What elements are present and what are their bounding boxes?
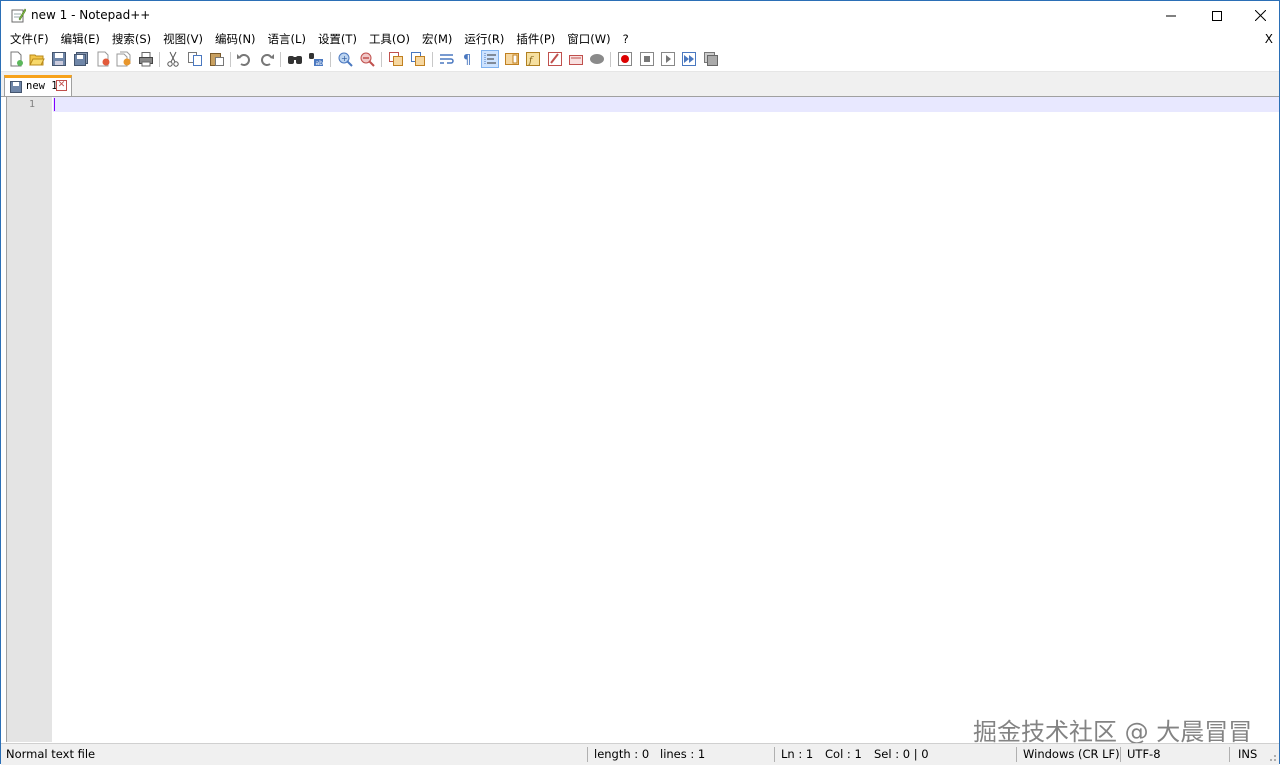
open-file-icon[interactable]	[29, 51, 45, 67]
toolbar: ab + ¶ f	[1, 48, 1279, 72]
toolbar-separator	[159, 52, 160, 67]
redo-icon[interactable]	[259, 51, 275, 67]
close-document-button[interactable]: X	[1265, 30, 1273, 48]
status-sel: Sel : 0 | 0	[874, 747, 929, 761]
menu-settings[interactable]: 设置(T)	[312, 30, 363, 48]
menu-file[interactable]: 文件(F)	[1, 30, 55, 48]
save-icon[interactable]	[51, 51, 67, 67]
status-separator	[774, 747, 775, 762]
save-all-icon[interactable]	[73, 51, 89, 67]
function-list-icon[interactable]: f	[525, 51, 541, 67]
paste-icon[interactable]	[209, 51, 225, 67]
status-separator	[1120, 747, 1121, 762]
svg-text:ab: ab	[316, 60, 324, 67]
cut-icon[interactable]	[165, 51, 181, 67]
run-macro-multiple-icon[interactable]	[681, 51, 697, 67]
tab-label: new 1	[26, 80, 58, 92]
playback-macro-icon[interactable]	[660, 51, 676, 67]
menu-help[interactable]: ?	[617, 30, 635, 48]
find-icon[interactable]	[287, 51, 303, 67]
undo-icon[interactable]	[236, 51, 252, 67]
status-lines: lines : 1	[660, 747, 706, 761]
window-title: new 1 - Notepad++	[31, 8, 151, 22]
menu-macro[interactable]: 宏(M)	[416, 30, 458, 48]
minimize-button[interactable]	[1148, 1, 1194, 30]
menu-tools[interactable]: 工具(O)	[363, 30, 416, 48]
toolbar-separator	[610, 52, 611, 67]
status-bar: Normal text file length : 0 lines : 1 Ln…	[1, 743, 1279, 765]
save-macro-icon[interactable]	[703, 51, 719, 67]
notepadpp-app-icon	[11, 8, 26, 23]
show-all-chars-icon[interactable]: ¶	[460, 51, 476, 67]
maximize-button[interactable]	[1194, 1, 1240, 30]
toolbar-separator	[432, 52, 433, 67]
text-caret	[54, 98, 55, 111]
minimize-icon	[1166, 15, 1176, 16]
stop-record-icon[interactable]	[639, 51, 655, 67]
record-macro-icon[interactable]	[617, 51, 633, 67]
close-window-button[interactable]	[1237, 1, 1280, 30]
current-line-highlight	[53, 97, 1279, 112]
folder-as-workspace-icon[interactable]	[547, 51, 563, 67]
status-ln: Ln : 1	[781, 747, 814, 761]
copy-icon[interactable]	[187, 51, 203, 67]
toolbar-separator	[230, 52, 231, 67]
menu-window[interactable]: 窗口(W)	[561, 30, 616, 48]
menu-edit[interactable]: 编辑(E)	[55, 30, 106, 48]
menu-language[interactable]: 语言(L)	[262, 30, 312, 48]
status-length: length : 0	[594, 747, 650, 761]
status-separator	[1229, 747, 1230, 762]
status-separator	[1016, 747, 1017, 762]
sync-horizontal-icon[interactable]	[410, 51, 426, 67]
status-col: Col : 1	[825, 747, 862, 761]
status-eol[interactable]: Windows (CR LF)	[1023, 744, 1120, 765]
monitoring-icon[interactable]	[568, 51, 584, 67]
toolbar-separator	[280, 52, 281, 67]
svg-text:+: +	[341, 54, 348, 63]
close-icon	[1254, 10, 1266, 21]
new-file-icon[interactable]	[8, 51, 24, 67]
line-number-gutter: 1	[7, 97, 52, 742]
menu-run[interactable]: 运行(R)	[458, 30, 510, 48]
resize-grip-icon[interactable]	[1267, 752, 1277, 762]
status-separator	[587, 747, 588, 762]
status-insert-mode: INS	[1238, 747, 1258, 761]
close-file-icon[interactable]	[95, 51, 111, 67]
bubble-icon[interactable]	[589, 51, 605, 67]
indent-guide-icon[interactable]	[481, 50, 499, 68]
svg-text:¶: ¶	[463, 53, 471, 67]
print-icon[interactable]	[138, 51, 154, 67]
document-map-icon[interactable]	[504, 51, 520, 67]
title-bar[interactable]: new 1 - Notepad++	[1, 1, 1279, 30]
sync-vertical-icon[interactable]	[388, 51, 404, 67]
menu-view[interactable]: 视图(V)	[157, 30, 209, 48]
replace-icon[interactable]: ab	[308, 51, 324, 67]
menu-search[interactable]: 搜索(S)	[106, 30, 157, 48]
editor-area[interactable]: 1	[6, 97, 1279, 742]
tab-close-icon[interactable]: ✕	[56, 80, 67, 91]
maximize-icon	[1212, 10, 1222, 21]
close-all-icon[interactable]	[116, 51, 132, 67]
saved-status-icon	[10, 81, 22, 93]
zoom-out-icon[interactable]	[359, 51, 375, 67]
word-wrap-icon[interactable]	[439, 51, 455, 67]
menu-encoding[interactable]: 编码(N)	[209, 30, 262, 48]
menu-plugins[interactable]: 插件(P)	[510, 30, 561, 48]
toolbar-separator	[330, 52, 331, 67]
tab-new-1[interactable]: new 1 ✕	[4, 75, 72, 96]
toolbar-separator	[381, 52, 382, 67]
line-number: 1	[28, 99, 35, 110]
watermark-text: 掘金技术社区 @ 大晨冒冒	[973, 718, 1253, 746]
status-file-type: Normal text file	[6, 747, 96, 761]
tab-bar: new 1 ✕	[1, 72, 1279, 97]
status-encoding[interactable]: UTF-8	[1127, 744, 1161, 765]
notepadpp-window: new 1 - Notepad++ 文件(F) 编辑(E) 搜索(S) 视图(V…	[0, 0, 1280, 765]
menu-bar: 文件(F) 编辑(E) 搜索(S) 视图(V) 编码(N) 语言(L) 设置(T…	[1, 30, 1279, 48]
zoom-in-icon[interactable]: +	[337, 51, 353, 67]
